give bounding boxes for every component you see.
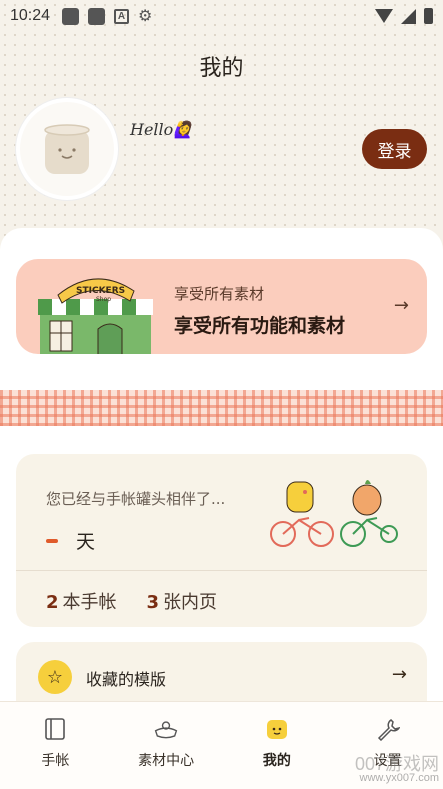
pages-count: 3 (146, 592, 160, 613)
star-icon: ☆ (38, 660, 72, 694)
arrow-right-icon[interactable]: → (394, 295, 409, 316)
pages-count-item[interactable]: 3 张内页 (147, 588, 218, 614)
status-time: 10:24 (10, 7, 51, 24)
status-bar: 10:24 A ⚙ (0, 0, 443, 32)
companion-text: 您已经与手帐罐头相伴了... (46, 490, 226, 508)
wrench-icon (375, 716, 401, 742)
days-value-placeholder (46, 538, 58, 543)
notebook-icon (42, 716, 68, 742)
promo-subtitle: 享受所有素材 (174, 285, 265, 303)
tab-my[interactable]: 我的 (222, 702, 333, 789)
days-row: 天 (46, 527, 95, 554)
journals-count-item[interactable]: 2 本手帐 (46, 588, 117, 614)
tab-materials[interactable]: 素材中心 (111, 702, 222, 789)
keyboard-notification-icon: A (114, 8, 130, 24)
shop-sub-text: Shop (96, 296, 111, 303)
debug-notification-icon: ⚙ (138, 8, 153, 25)
gingham-divider (0, 390, 443, 426)
signal-icon (401, 8, 416, 24)
pages-label: 张内页 (163, 592, 218, 613)
promo-title: 享受所有功能和素材 (174, 315, 346, 337)
tab-label: 手帐 (41, 753, 70, 769)
days-unit: 天 (76, 531, 96, 553)
login-button[interactable]: 登录 (362, 129, 427, 169)
wifi-icon (375, 9, 393, 23)
arrow-right-icon: → (391, 664, 407, 685)
membership-promo-banner[interactable]: STICKERS Shop 享受所有素材 享受所有功能和素材 → (16, 259, 427, 354)
materials-icon (153, 716, 179, 742)
jar-avatar-icon (44, 124, 90, 174)
app-notification-icon (62, 7, 80, 25)
battery-icon (424, 8, 433, 24)
tab-label: 素材中心 (138, 753, 195, 769)
tab-journal[interactable]: 手帐 (0, 702, 111, 789)
cycling-jars-illustration (270, 480, 398, 547)
counts-row: 2 本手帐 3 张内页 (46, 588, 217, 614)
favorite-templates-label: 收藏的模版 (86, 670, 167, 689)
shop-sign-text: STICKERS (76, 286, 125, 296)
app-notification-icon (88, 7, 106, 25)
my-face-icon (264, 716, 290, 742)
stats-divider (16, 570, 427, 571)
usage-stats-card: 您已经与手帐罐头相伴了... 天 2 本手帐 3 张内页 (16, 454, 427, 627)
watermark-line2: www.yx007.com (359, 772, 439, 784)
watermark-line1: 007游戏网 (354, 754, 439, 774)
greeting-text: Hello🙋‍♀️ (130, 120, 194, 139)
avatar[interactable] (16, 98, 118, 200)
site-watermark: 007游戏网 www.yx007.com (354, 754, 439, 785)
journals-label: 本手帐 (62, 592, 117, 613)
page-title: 我的 (199, 56, 244, 81)
tab-label: 我的 (262, 753, 291, 769)
sticker-shop-icon: STICKERS Shop (38, 278, 153, 354)
journals-count: 2 (46, 592, 59, 613)
